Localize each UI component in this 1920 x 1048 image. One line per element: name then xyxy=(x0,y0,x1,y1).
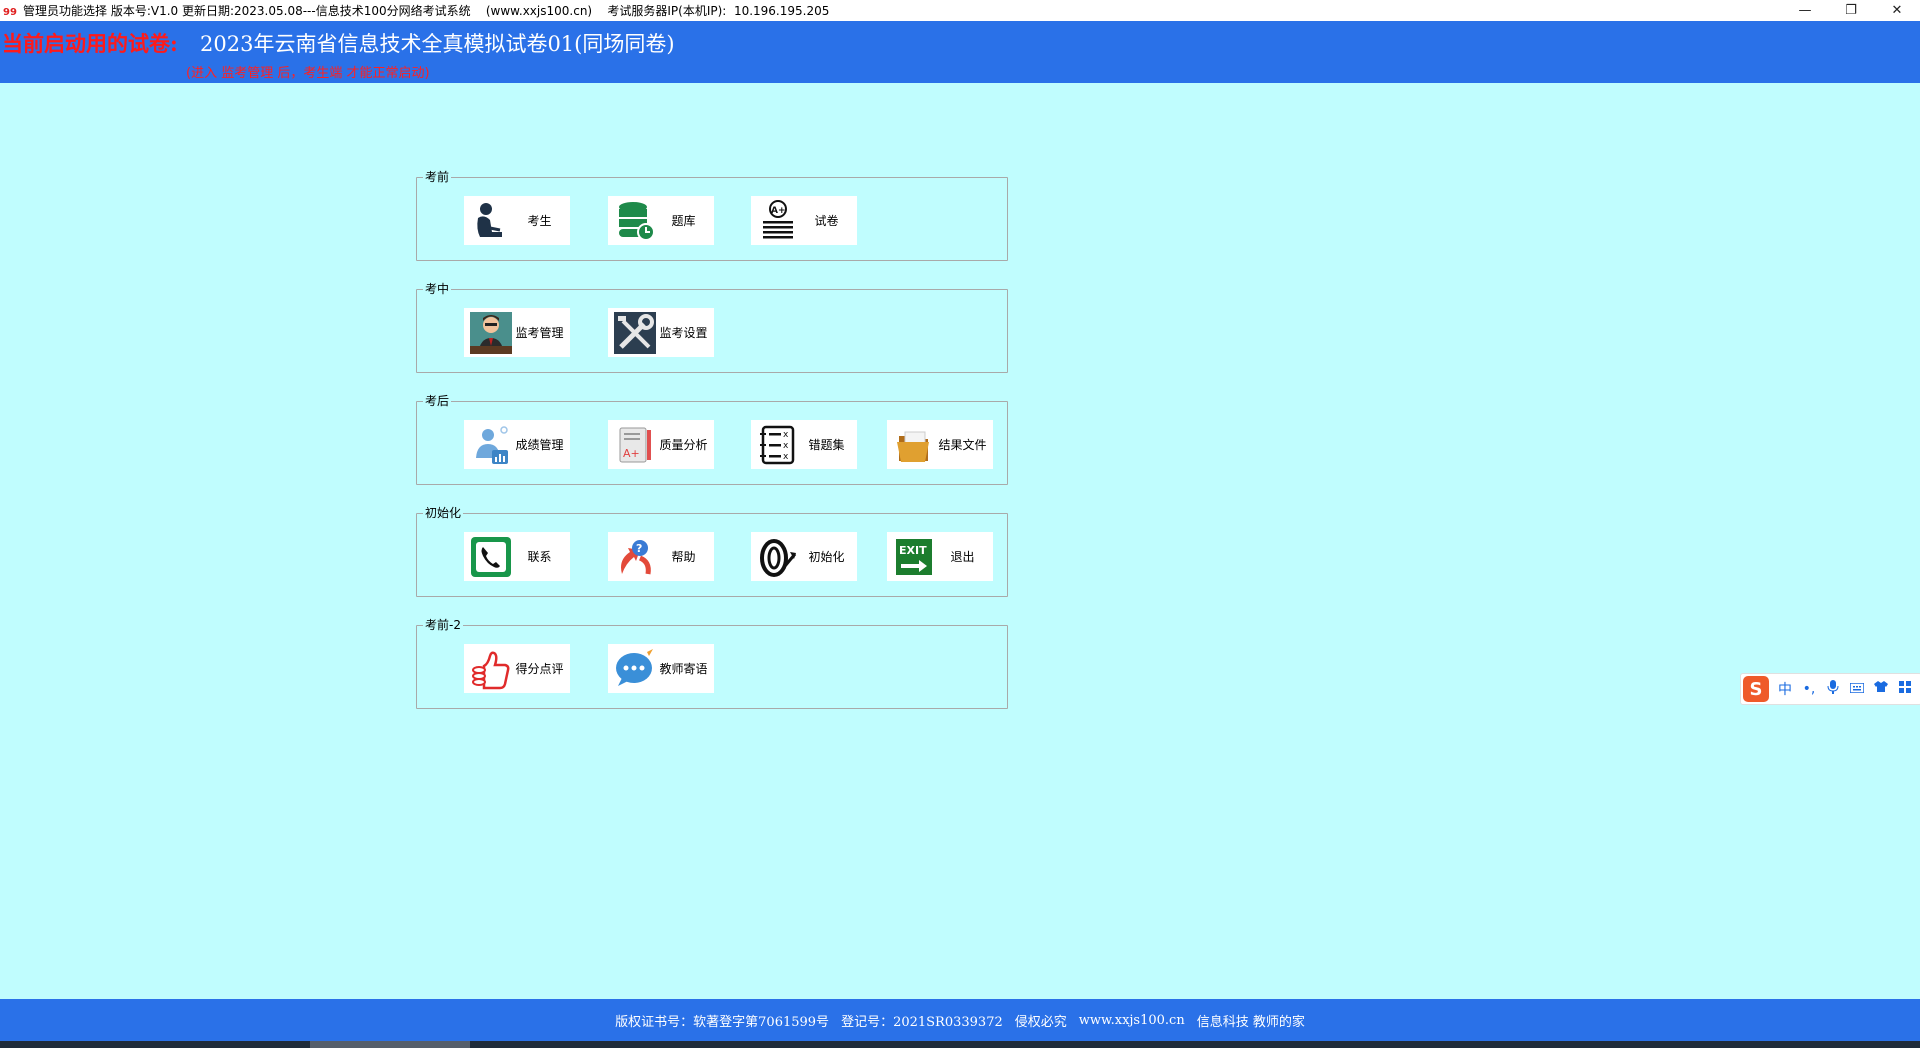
skin-shirt-icon[interactable] xyxy=(1869,681,1893,697)
group-after-exam: 考后 成绩管理 A+ 质量分析 x x x 错题集 结果文件 xyxy=(416,393,1008,485)
exam-paper-icon: A+ xyxy=(763,199,793,238)
chat-bubble-icon xyxy=(616,648,653,686)
proctor-management-button[interactable]: 监考管理 xyxy=(464,308,570,357)
group-before-exam: 考前 考生 题库 A+ 试卷 xyxy=(416,169,1008,261)
teacher-message-label: 教师寄语 xyxy=(659,662,708,676)
copyright-number: 版权证书号：软著登字第7061599号 xyxy=(615,1014,830,1030)
quality-analysis-icon: A+ xyxy=(619,427,651,462)
group-title: 初始化 xyxy=(423,505,464,521)
proctor-icon xyxy=(470,311,512,354)
svg-text:EXIT: EXIT xyxy=(899,544,927,557)
initialize-label: 初始化 xyxy=(808,550,845,564)
proctor-settings-button[interactable]: 监考设置 xyxy=(608,308,714,357)
exam-paper-button[interactable]: A+ 试卷 xyxy=(751,196,857,245)
question-bank-button[interactable]: 题库 xyxy=(608,196,714,245)
ime-punctuation-toggle[interactable]: •, xyxy=(1797,681,1821,697)
exam-header: 当前启动用的试卷: 2023年云南省信息技术全真模拟试卷01(同场同卷) (进入… xyxy=(0,21,1920,83)
help-button[interactable]: ? 帮助 xyxy=(608,532,714,581)
group-initialize: 初始化 联系 ? 帮助 初始化 EXIT 退出 xyxy=(416,505,1008,597)
registration-number: 登记号：2021SR0339372 xyxy=(841,1014,1003,1030)
group-title: 考前 xyxy=(423,169,452,185)
toolbox-grid-icon[interactable] xyxy=(1893,681,1917,697)
copyright-footer: 版权证书号：软著登字第7061599号 登记号：2021SR0339372 侵权… xyxy=(0,999,1920,1041)
wrong-questions-label: 错题集 xyxy=(808,438,845,452)
restore-button[interactable]: ❐ xyxy=(1828,0,1874,21)
svg-text:x: x xyxy=(783,441,789,451)
student-label: 考生 xyxy=(527,214,552,228)
contact-label: 联系 xyxy=(527,550,552,564)
window-titlebar: 99 管理员功能选择 版本号:V1.0 更新日期:2023.05.08---信息… xyxy=(0,0,1920,21)
exam-paper-label: 试卷 xyxy=(814,214,839,228)
current-exam-name: 2023年云南省信息技术全真模拟试卷01(同场同卷) xyxy=(200,32,675,56)
app-logo-icon: 99 xyxy=(3,7,17,18)
svg-text:x: x xyxy=(783,452,789,462)
group-title: 考前-2 xyxy=(423,617,463,633)
score-comment-label: 得分点评 xyxy=(515,662,564,676)
student-button[interactable]: 考生 xyxy=(464,196,570,245)
thumbs-up-icon xyxy=(472,651,510,689)
phone-icon xyxy=(471,536,511,577)
rights-reserved: 侵权必究 xyxy=(1014,1014,1067,1030)
student-icon xyxy=(477,202,502,237)
window-title: 管理员功能选择 版本号:V1.0 更新日期:2023.05.08---信息技术1… xyxy=(23,4,830,18)
taskbar-scroll-thumb[interactable] xyxy=(310,1041,470,1048)
initialize-icon xyxy=(760,538,797,577)
database-icon xyxy=(619,201,655,241)
proctor-settings-label: 监考设置 xyxy=(659,326,708,340)
result-files-button[interactable]: 结果文件 xyxy=(887,420,993,469)
close-button[interactable]: ✕ xyxy=(1874,0,1920,21)
wrong-questions-icon: x x x xyxy=(760,425,795,464)
teacher-message-button[interactable]: 教师寄语 xyxy=(608,644,714,693)
group-during-exam: 考中 监考管理 监考设置 xyxy=(416,281,1008,373)
quality-analysis-button[interactable]: A+ 质量分析 xyxy=(608,420,714,469)
proctor-management-label: 监考管理 xyxy=(515,326,564,340)
startup-note: (进入 监考管理 后，考生端 才能正常启动) xyxy=(186,66,430,81)
keyboard-icon[interactable] xyxy=(1845,681,1869,697)
group-title: 考后 xyxy=(423,393,452,409)
svg-text:?: ? xyxy=(636,542,642,555)
svg-text:A+: A+ xyxy=(623,447,640,460)
initialize-button[interactable]: 初始化 xyxy=(751,532,857,581)
score-comment-button[interactable]: 得分点评 xyxy=(464,644,570,693)
folder-icon xyxy=(897,431,929,462)
score-management-button[interactable]: 成绩管理 xyxy=(464,420,570,469)
exit-icon: EXIT xyxy=(896,538,932,575)
current-exam-label: 当前启动用的试卷: xyxy=(2,31,178,56)
quality-analysis-label: 质量分析 xyxy=(659,438,708,452)
result-files-label: 结果文件 xyxy=(938,438,987,452)
help-label: 帮助 xyxy=(671,550,696,564)
minimize-button[interactable]: — xyxy=(1782,0,1828,21)
ime-mode-toggle[interactable]: 中 xyxy=(1773,679,1797,699)
group-title: 考中 xyxy=(423,281,452,297)
svg-text:99: 99 xyxy=(3,7,17,18)
score-management-label: 成绩管理 xyxy=(515,438,564,452)
contact-button[interactable]: 联系 xyxy=(464,532,570,581)
ime-toolbar[interactable]: S 中 •, xyxy=(1740,673,1920,705)
group-before-exam-2: 考前-2 得分点评 教师寄语 xyxy=(416,617,1008,709)
svg-text:A+: A+ xyxy=(771,206,786,216)
exit-button[interactable]: EXIT 退出 xyxy=(887,532,993,581)
website-link: www.xxjs100.cn xyxy=(1078,1012,1185,1028)
help-icon: ? xyxy=(621,539,651,574)
svg-text:x: x xyxy=(783,430,789,440)
microphone-icon[interactable] xyxy=(1821,680,1845,698)
tools-icon xyxy=(614,311,656,354)
question-bank-label: 题库 xyxy=(671,214,696,228)
exit-label: 退出 xyxy=(950,550,975,564)
taskbar-strip xyxy=(0,1041,1920,1048)
wrong-questions-button[interactable]: x x x 错题集 xyxy=(751,420,857,469)
sogou-logo-icon[interactable]: S xyxy=(1743,676,1769,702)
company-name: 信息科技 教师的家 xyxy=(1196,1014,1305,1030)
score-management-icon xyxy=(476,425,508,464)
